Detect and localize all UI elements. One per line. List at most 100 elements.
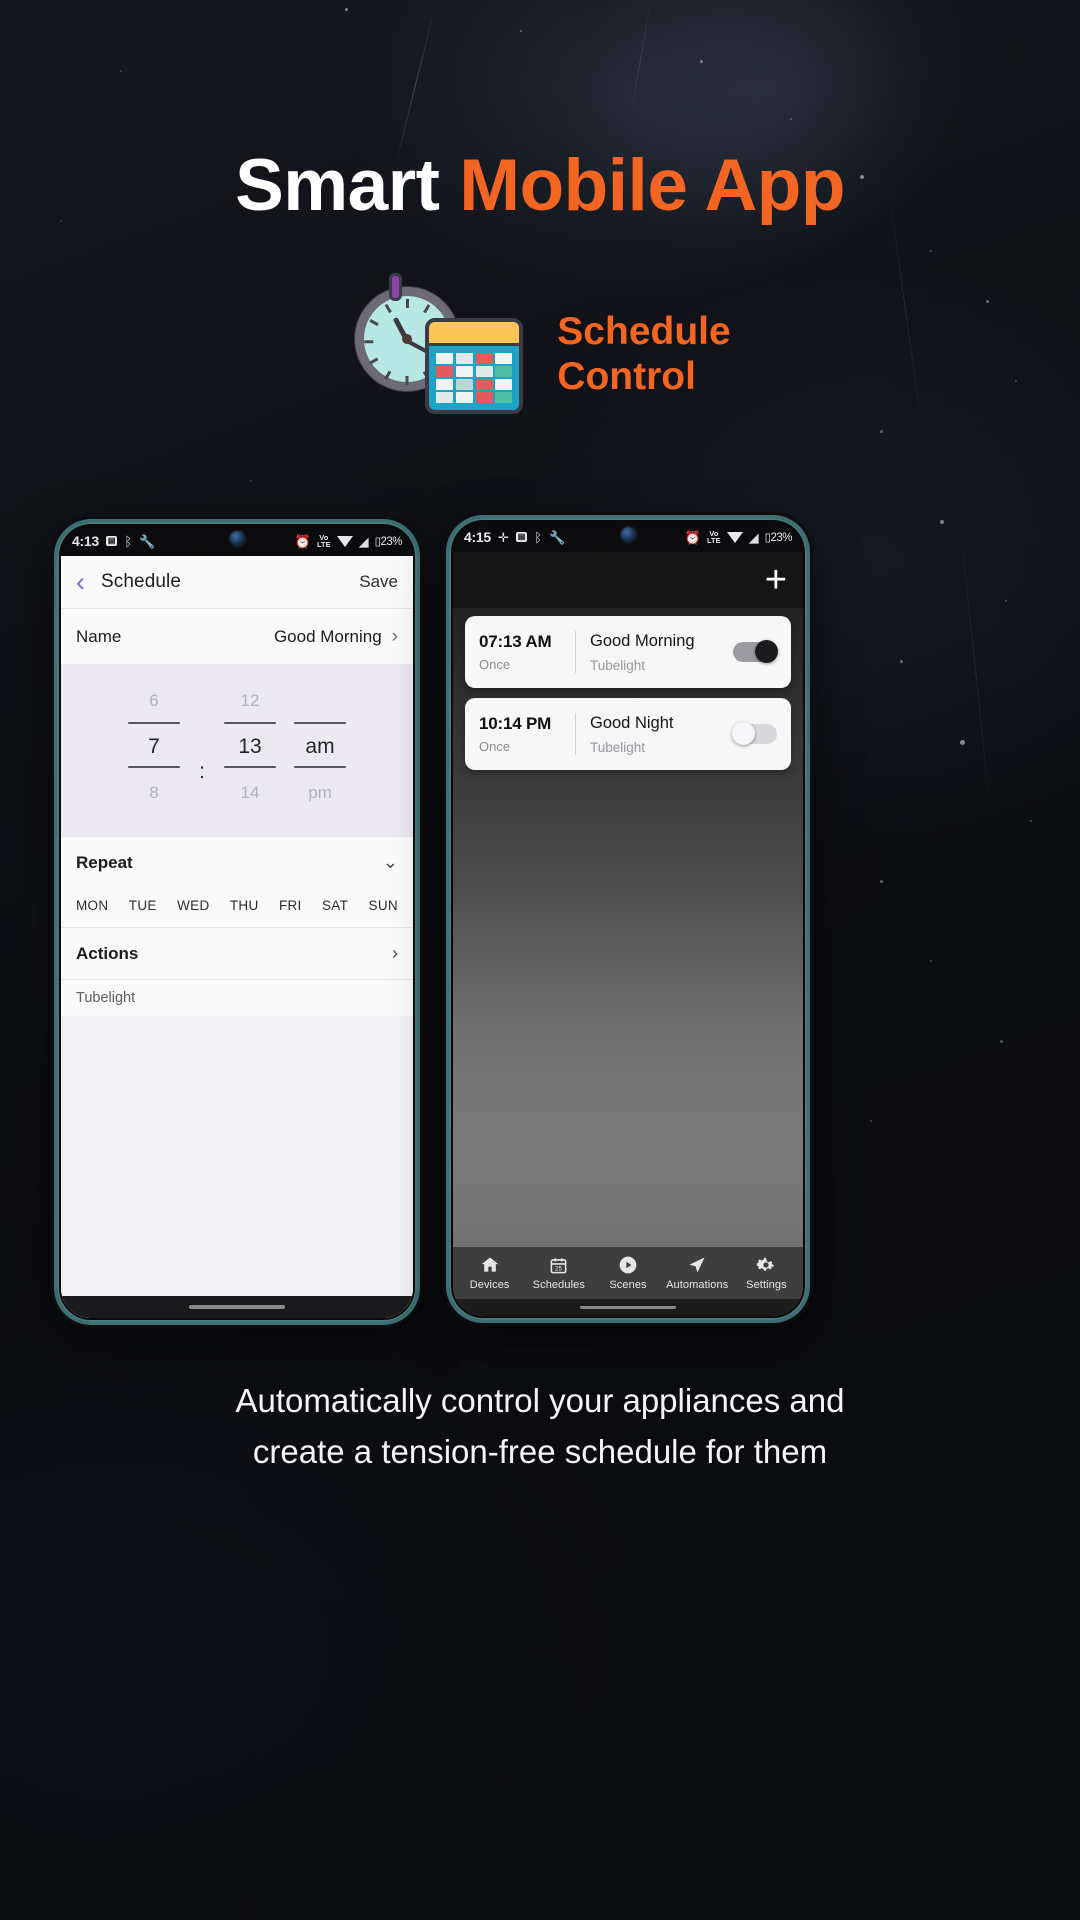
nav-item-devices[interactable]: Devices: [455, 1254, 524, 1291]
nav-item-label: Automations: [666, 1279, 729, 1291]
status-bar-left-icons: 4:15 ✛ ▤ ᛒ 🔧: [464, 529, 565, 545]
calendar-cell: [475, 353, 493, 364]
gear-icon: [732, 1254, 801, 1276]
schedules-list-screen: + 07:13 AM Once Good Morning Tubelight 10:14…: [453, 552, 803, 1316]
status-time: 4:15: [464, 529, 491, 545]
calendar-ring: [389, 273, 403, 301]
sim-card-icon: ▤: [515, 532, 528, 542]
headline-part-1: Smart: [235, 145, 460, 226]
front-camera-icon: [620, 527, 636, 542]
battery-indicator: ▯23%: [764, 532, 793, 544]
hour-wheel[interactable]: 6 7 8: [119, 684, 189, 810]
bottom-navigation: Devices 25 Schedules Scenes Automations Setti…: [453, 1247, 803, 1299]
minute-next: 14: [240, 783, 260, 802]
repeat-days-row[interactable]: MON TUE WED THU FRI SAT SUN: [61, 888, 413, 927]
hour-previous: 6: [149, 691, 159, 710]
chevron-right-icon: ›: [391, 625, 398, 647]
repeat-title: Repeat: [76, 852, 133, 872]
schedule-card[interactable]: 07:13 AM Once Good Morning Tubelight: [465, 616, 791, 688]
home-icon: [455, 1254, 524, 1276]
calendar-cell: [436, 366, 454, 377]
minute-divider-top: [224, 722, 276, 724]
repeat-day-sun[interactable]: SUN: [369, 898, 398, 913]
meridiem-divider-top: [294, 722, 346, 724]
svg-text:25: 25: [555, 1265, 563, 1272]
calendar-cell: [436, 353, 454, 364]
calendar-cell: [455, 366, 474, 377]
footer-line-1: Automatically control your appliances an…: [235, 1382, 845, 1419]
schedule-card[interactable]: 10:14 PM Once Good Night Tubelight: [465, 698, 791, 770]
calendar-cell: [455, 379, 474, 390]
save-button[interactable]: Save: [359, 572, 398, 592]
camera-notch-right: [585, 522, 671, 547]
plus-icon[interactable]: +: [765, 561, 787, 599]
signal-icon: ◢: [358, 533, 369, 549]
schedule-device: Tubelight: [590, 739, 646, 755]
content-filler: [61, 1016, 413, 1318]
calendar-cell: [495, 366, 513, 377]
actions-title: Actions: [76, 943, 139, 963]
actions-section-header[interactable]: Actions ›: [61, 927, 413, 979]
nav-item-settings[interactable]: Settings: [732, 1254, 801, 1291]
status-bar-right-icons: ⏰ Vo LTE ◢ ▯23%: [294, 532, 403, 549]
calendar-header: [429, 322, 520, 346]
nav-item-automations[interactable]: Automations: [663, 1254, 732, 1291]
calendar-25-icon: 25: [524, 1254, 593, 1276]
schedule-repeat: Once: [479, 739, 511, 754]
volte-icon: Vo LTE: [707, 528, 721, 545]
calendar-grid: [436, 353, 513, 403]
volte-icon: Vo LTE: [317, 532, 331, 549]
name-value: Good Morning: [273, 626, 382, 646]
chevron-down-icon[interactable]: ⌄: [383, 852, 398, 873]
repeat-day-wed[interactable]: WED: [177, 898, 209, 913]
schedule-device: Tubelight: [590, 657, 646, 673]
page-title: Smart Mobile App: [0, 145, 1080, 226]
meridiem-previous: [285, 684, 355, 718]
back-chevron-icon[interactable]: ‹: [76, 568, 85, 596]
alarm-icon: ⏰: [294, 533, 312, 549]
schedule-toggle[interactable]: [732, 722, 777, 745]
nav-item-label: Scenes: [609, 1279, 647, 1291]
status-bar-right-icons: ⏰ Vo LTE ◢ ▯23%: [684, 528, 793, 545]
schedules-list: 07:13 AM Once Good Morning Tubelight 10:14 P…: [453, 608, 803, 770]
alarm-icon: ⏰: [684, 529, 702, 545]
minute-previous: 12: [240, 691, 260, 710]
phone-left-screen: 4:13 ▤ ᛒ 🔧 ⏰ Vo LTE ◢ ▯23% ‹ Schedule Sav…: [61, 526, 413, 1318]
status-time: 4:13: [72, 533, 99, 549]
app-bar: ‹ Schedule Save: [61, 556, 413, 608]
schedule-name: Good Night: [590, 713, 674, 732]
nav-item-scenes[interactable]: Scenes: [593, 1254, 662, 1291]
repeat-day-fri[interactable]: FRI: [279, 898, 302, 913]
repeat-section-header[interactable]: Repeat ⌄: [61, 836, 413, 888]
hour-divider-bottom: [128, 766, 180, 768]
repeat-day-mon[interactable]: MON: [76, 898, 108, 913]
action-item[interactable]: Tubelight: [61, 979, 413, 1016]
calendar-cell: [475, 392, 493, 403]
wrench-icon: 🔧: [549, 529, 566, 545]
home-indicator-left: [61, 1296, 413, 1318]
footer-caption: Automatically control your appliances an…: [0, 1375, 1080, 1477]
meridiem-selected: am: [305, 735, 335, 758]
meridiem-wheel[interactable]: am pm: [285, 684, 355, 810]
minute-wheel[interactable]: 12 13 14: [215, 684, 285, 810]
calendar-cell: [495, 379, 513, 390]
wifi-icon: [336, 535, 353, 547]
repeat-day-sat[interactable]: SAT: [322, 898, 348, 913]
repeat-day-tue[interactable]: TUE: [129, 898, 157, 913]
repeat-day-thu[interactable]: THU: [230, 898, 259, 913]
nav-item-schedules[interactable]: 25 Schedules: [524, 1254, 593, 1291]
time-colon: . :: [199, 760, 205, 783]
nav-item-label: Settings: [746, 1279, 787, 1291]
schedule-toggle[interactable]: [733, 640, 778, 663]
phone-mockup-left: 4:13 ▤ ᛒ 🔧 ⏰ Vo LTE ◢ ▯23% ‹ Schedule Sav…: [57, 522, 417, 1322]
phone-right-screen: 4:15 ✛ ▤ ᛒ 🔧 ⏰ Vo LTE ◢ ▯23% + 07:13 AM …: [453, 522, 803, 1316]
bluetooth-share-icon: ✛: [497, 529, 509, 545]
name-row[interactable]: Name Good Morning ›: [61, 608, 413, 664]
calendar-cell: [495, 392, 513, 403]
calendar-cell: [436, 392, 454, 403]
time-picker[interactable]: 6 7 8 . : 12 13 14: [61, 664, 413, 836]
schedule-info-block: Good Morning Tubelight: [590, 632, 733, 673]
subhead-line-1: Schedule: [557, 310, 731, 354]
chevron-right-icon[interactable]: ›: [392, 943, 398, 964]
hour-selected: 7: [148, 735, 160, 758]
